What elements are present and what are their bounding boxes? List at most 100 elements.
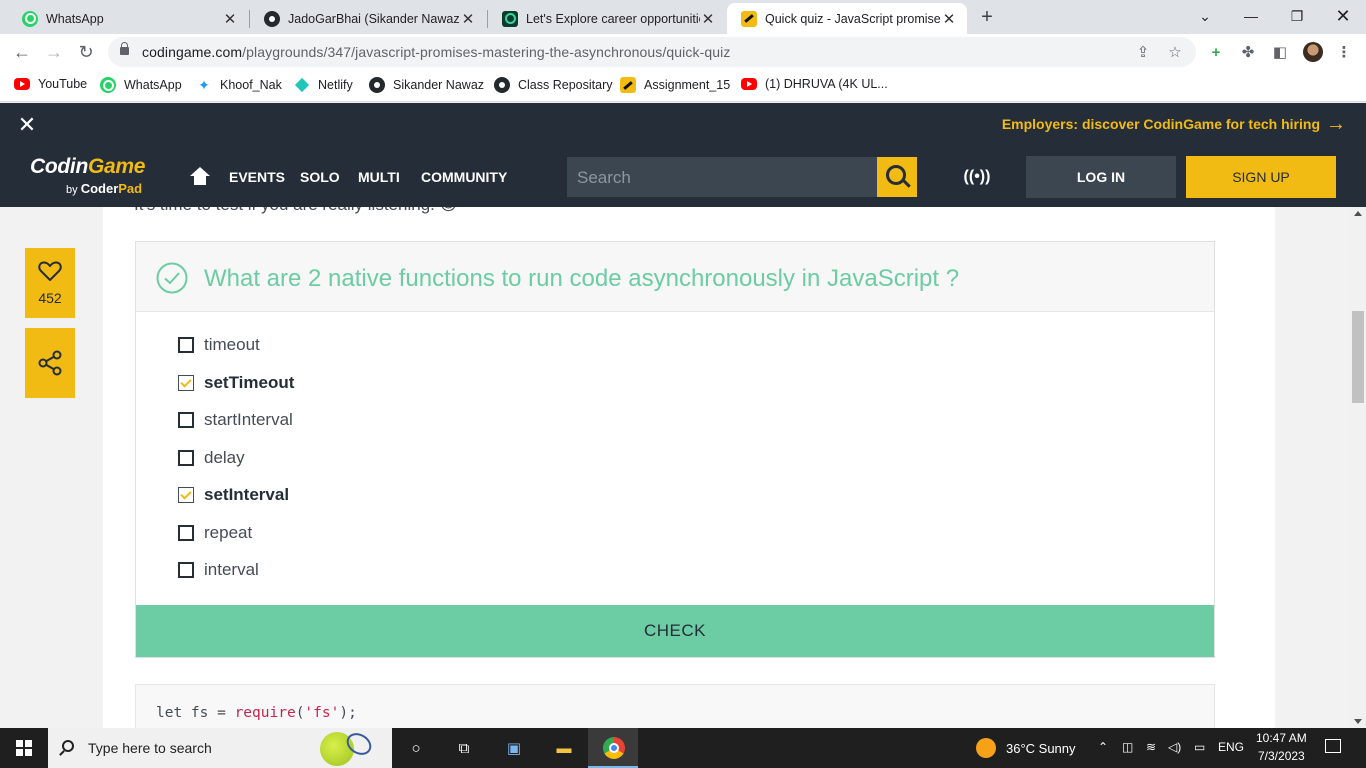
option-checkbox[interactable] — [178, 525, 194, 541]
input-language[interactable]: ENG — [1218, 740, 1244, 754]
bookmark-dhruva[interactable]: (1) DHRUVA (4K UL... — [741, 77, 888, 91]
tab-search-icon[interactable]: ⌄ — [1182, 0, 1228, 32]
close-icon[interactable]: ✕ — [16, 114, 38, 136]
task-view-icon[interactable]: ⧉ — [452, 736, 476, 760]
quiz-option[interactable]: repeat — [178, 523, 252, 543]
extension-plus-icon[interactable]: + — [1206, 42, 1226, 62]
check-button[interactable]: CHECK — [136, 605, 1214, 657]
search-icon[interactable] — [877, 157, 917, 197]
bookmark-whatsapp[interactable]: WhatsApp — [100, 77, 182, 93]
close-icon[interactable]: ✕ — [222, 11, 238, 28]
file-explorer-icon[interactable]: ▬ — [552, 736, 576, 760]
page-scrollbar[interactable] — [1350, 207, 1366, 728]
chevron-up-icon[interactable]: ⌃ — [1098, 740, 1108, 754]
nav-solo[interactable]: SOLO — [300, 169, 340, 185]
close-icon[interactable]: ✕ — [460, 11, 476, 28]
weather-text[interactable]: 36°C Sunny — [1006, 741, 1076, 756]
bookmark-class-repositary[interactable]: Class Repositary — [494, 77, 612, 93]
option-checkbox[interactable] — [178, 337, 194, 353]
option-label: repeat — [204, 523, 253, 542]
scroll-up-icon[interactable] — [1354, 211, 1362, 216]
quiz-option[interactable]: interval — [178, 560, 259, 580]
code-token: ); — [339, 705, 357, 721]
reload-icon[interactable]: ↻ — [74, 40, 98, 64]
share-page-icon[interactable]: ⇪ — [1134, 43, 1152, 61]
option-checkbox[interactable] — [178, 412, 194, 428]
bookmark-assignment-15[interactable]: Assignment_15 — [620, 77, 730, 93]
live-broadcast-icon[interactable]: ((•)) — [960, 164, 994, 190]
whatsapp-icon — [22, 10, 38, 27]
bookmark-sikander-nawaz[interactable]: Sikander Nawaz — [369, 77, 484, 93]
whatsapp-icon — [100, 77, 116, 93]
restore-icon[interactable]: ❐ — [1274, 0, 1320, 32]
option-checkbox[interactable] — [178, 487, 194, 503]
logo-by: by — [66, 184, 78, 196]
option-checkbox[interactable] — [178, 450, 194, 466]
site-search-input[interactable]: Search — [567, 157, 877, 197]
url-omnibox[interactable]: codingame.com/playgrounds/347/javascript… — [108, 37, 1196, 67]
bookmark-youtube[interactable]: YouTube — [14, 77, 87, 91]
login-button[interactable]: LOG IN — [1026, 156, 1176, 198]
window-close-icon[interactable]: ✕ — [1320, 0, 1366, 32]
scroll-thumb[interactable] — [1352, 311, 1364, 403]
codingame-logo[interactable]: CodinGame by CoderPad — [30, 155, 170, 199]
quiz-option[interactable]: setTimeout — [178, 373, 294, 393]
quiz-option[interactable]: timeout — [178, 335, 260, 355]
share-button[interactable] — [25, 328, 75, 398]
wifi-icon[interactable]: ≋ — [1146, 740, 1156, 754]
scroll-down-icon[interactable] — [1354, 719, 1362, 724]
bookmark-khoof-nak[interactable]: ✦ Khoof_Nak — [196, 77, 282, 93]
option-checkbox[interactable] — [178, 375, 194, 391]
lock-icon[interactable] — [120, 42, 129, 55]
forward-arrow-icon[interactable]: → — [42, 40, 66, 64]
logo-wordmark: CodinGame — [30, 155, 170, 179]
option-checkbox[interactable] — [178, 562, 194, 578]
code-token: require — [234, 705, 296, 721]
bookmark-label: Class Repositary — [518, 78, 613, 92]
bookmark-netlify[interactable]: Netlify — [294, 77, 353, 93]
battery-icon[interactable]: ▭ — [1194, 740, 1205, 754]
home-icon[interactable] — [190, 167, 210, 185]
side-panel-icon[interactable]: ◧ — [1270, 42, 1290, 62]
windows-start-icon[interactable] — [16, 740, 32, 756]
menu-kebab-icon[interactable]: ⋮ — [1334, 42, 1354, 62]
tab-whatsapp[interactable]: WhatsApp ✕ — [8, 3, 248, 34]
clock-time[interactable]: 10:47 AM — [1256, 731, 1307, 745]
tab-github[interactable]: JadoGarBhai (Sikander Nawaz) ✕ — [250, 3, 486, 34]
close-icon[interactable]: ✕ — [700, 11, 716, 28]
url-text[interactable]: codingame.com/playgrounds/347/javascript… — [142, 44, 730, 60]
logo-coder: Coder — [80, 181, 119, 196]
new-tab-icon[interactable]: + — [976, 6, 998, 28]
sunny-weather-icon[interactable] — [976, 738, 996, 758]
like-button[interactable]: 452 — [25, 248, 75, 318]
quiz-option[interactable]: startInterval — [178, 410, 293, 430]
close-icon[interactable]: ✕ — [941, 11, 957, 28]
cortana-circle-icon[interactable]: ○ — [404, 736, 428, 760]
profile-avatar[interactable] — [1303, 42, 1323, 62]
option-label: startInterval — [204, 410, 293, 429]
quiz-option[interactable]: delay — [178, 448, 245, 468]
quiz-option[interactable]: setInterval — [178, 485, 289, 505]
signup-button[interactable]: SIGN UP — [1186, 156, 1336, 198]
extensions-puzzle-icon[interactable]: ✤ — [1238, 42, 1258, 62]
notifications-icon[interactable] — [1325, 739, 1341, 753]
heart-icon — [38, 261, 62, 281]
like-count: 452 — [38, 290, 62, 306]
nav-community[interactable]: COMMUNITY — [421, 169, 507, 185]
chrome-icon[interactable] — [603, 737, 625, 759]
volume-icon[interactable]: ◁) — [1168, 740, 1181, 754]
meet-now-icon[interactable]: ◫ — [1122, 740, 1133, 754]
codingame-icon — [741, 10, 757, 27]
back-arrow-icon[interactable]: ← — [10, 40, 34, 64]
bookmark-label: Khoof_Nak — [220, 78, 282, 92]
clock-date[interactable]: 7/3/2023 — [1258, 749, 1305, 763]
remote-desktop-icon[interactable]: ▣ — [502, 736, 526, 760]
employer-promo-link[interactable]: Employers: discover CodinGame for tech h… — [1002, 114, 1346, 134]
tab-turing[interactable]: Let's Explore career opportunities ✕ — [488, 3, 726, 34]
tab-quick-quiz[interactable]: Quick quiz - JavaScript promises ✕ — [727, 3, 967, 34]
bookmark-star-icon[interactable]: ☆ — [1166, 43, 1184, 61]
nav-events[interactable]: EVENTS — [229, 169, 285, 185]
nav-multi[interactable]: MULTI — [358, 169, 400, 185]
taskbar-search-box[interactable]: Type here to search — [48, 728, 392, 768]
minimize-icon[interactable]: — — [1228, 0, 1274, 32]
